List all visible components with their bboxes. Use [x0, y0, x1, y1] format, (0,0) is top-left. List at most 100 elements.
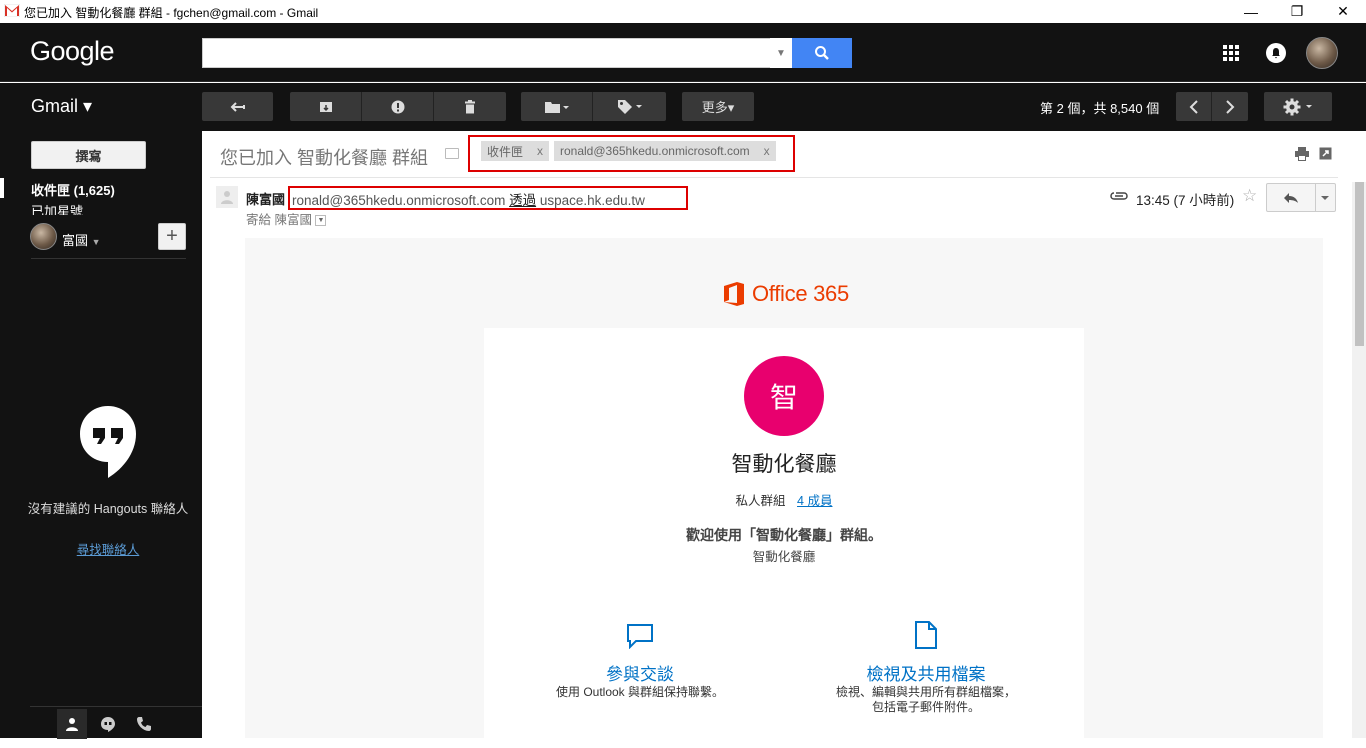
- gear-icon: [1283, 98, 1312, 115]
- feature-title[interactable]: 參與交談: [510, 660, 770, 685]
- feature-title[interactable]: 檢視及共用檔案: [796, 660, 1056, 685]
- print-icon[interactable]: [1295, 147, 1309, 161]
- remove-label-button[interactable]: x: [764, 144, 770, 158]
- chevron-left-icon: [1189, 99, 1198, 114]
- sidebar-item-label: 收件匣 (1,625): [31, 183, 115, 198]
- apps-grid-icon[interactable]: [1222, 44, 1240, 62]
- left-sidebar: 撰寫 收件匣 (1,625) 已加星號 富國 ▼ + 沒有建議的 Hangout…: [0, 131, 202, 739]
- chat-bubble-icon: [627, 624, 653, 650]
- sender-address-line: ronald@365hkedu.onmicrosoft.com 透過 uspac…: [292, 189, 645, 209]
- via-domain: uspace.hk.edu.tw: [539, 193, 645, 208]
- scrollbar[interactable]: [1352, 182, 1366, 738]
- window-titlebar: 您已加入 智動化餐廳 群組 - fgchen@gmail.com - Gmail…: [0, 0, 1366, 23]
- show-details-chevron-icon[interactable]: ▼: [315, 215, 327, 227]
- sender-avatar: [216, 186, 238, 208]
- chevron-down-icon: ▼: [91, 237, 101, 247]
- search-button[interactable]: [792, 38, 852, 68]
- back-arrow-icon: [230, 101, 245, 112]
- phone-tab[interactable]: [129, 709, 159, 739]
- sender-email: ronald@365hkedu.onmicrosoft.com: [292, 193, 506, 208]
- sender-name: 陳富國: [246, 192, 286, 207]
- label-tag-icon: [617, 99, 642, 114]
- reply-arrow-icon: [1283, 192, 1298, 203]
- chats-tab[interactable]: [93, 709, 123, 739]
- notifications-bell-icon[interactable]: [1266, 43, 1286, 63]
- newer-button[interactable]: [1176, 92, 1212, 121]
- paperclip-icon: [1110, 192, 1128, 200]
- minimize-button[interactable]: —: [1228, 0, 1274, 23]
- chevron-down-icon: [1321, 195, 1330, 200]
- account-avatar[interactable]: [1306, 37, 1338, 69]
- older-button[interactable]: [1212, 92, 1248, 121]
- restore-button[interactable]: ❐: [1274, 0, 1320, 23]
- gmail-favicon-icon: [4, 4, 20, 17]
- settings-button[interactable]: [1264, 92, 1332, 121]
- welcome-subtitle: 智動化餐廳: [752, 550, 816, 564]
- hangouts-avatar: [30, 223, 57, 250]
- search-options-chevron-icon[interactable]: ▼: [770, 38, 792, 68]
- members-link[interactable]: 4 成員: [797, 494, 832, 508]
- reply-button-group: [1266, 183, 1336, 212]
- search-input[interactable]: [202, 38, 792, 68]
- remove-label-button[interactable]: x: [537, 144, 543, 158]
- feature-conversations[interactable]: 參與交談 使用 Outlook 與群組保持聯繫。: [510, 623, 770, 700]
- move-to-button[interactable]: [521, 92, 593, 121]
- label-chip-text: 收件匣: [487, 144, 524, 159]
- report-spam-button[interactable]: [362, 92, 434, 121]
- hangouts-logo-icon: [80, 406, 136, 478]
- reply-button[interactable]: [1267, 184, 1316, 211]
- trash-icon: [465, 99, 475, 113]
- spam-icon: [391, 100, 404, 113]
- group-type: 私人群組: [735, 494, 786, 508]
- hangouts-quote-icon: [101, 717, 115, 732]
- contacts-tab[interactable]: [57, 709, 87, 739]
- group-meta: 私人群組 4 成員: [484, 490, 1084, 509]
- open-new-window-icon[interactable]: [1319, 147, 1332, 160]
- window-title: 您已加入 智動化餐廳 群組 - fgchen@gmail.com - Gmail: [24, 6, 319, 20]
- no-hangouts-text: 沒有建議的 Hangouts 聯絡人: [27, 502, 189, 516]
- group-name: 智動化餐廳: [731, 453, 837, 476]
- labels-button[interactable]: [593, 92, 666, 121]
- organize-group: [521, 92, 666, 121]
- scrollbar-thumb[interactable]: [1355, 182, 1364, 346]
- via-link[interactable]: 透過: [509, 193, 536, 208]
- search-icon: [815, 46, 829, 60]
- pager-text: 第 2 個，共 8,540 個: [1040, 101, 1160, 116]
- divider: [210, 177, 1338, 178]
- email-body: Office 365 智 智動化餐廳 私人群組 4 成員 歡迎使用「智動化餐廳」…: [245, 238, 1323, 748]
- delete-button[interactable]: [434, 92, 506, 121]
- close-button[interactable]: ✕: [1320, 0, 1366, 23]
- find-contacts-link[interactable]: 尋找聯絡人: [0, 539, 216, 558]
- office365-brand: Office 365: [722, 279, 849, 309]
- google-logo[interactable]: Google: [30, 36, 115, 67]
- more-button[interactable]: 更多▾: [682, 92, 754, 121]
- feature-files[interactable]: 檢視及共用檔案 檢視、編輯與共用所有群組檔案， 包括電子郵件附件。: [796, 621, 1056, 715]
- phone-icon: [137, 717, 151, 731]
- chevron-right-icon: [1226, 99, 1235, 114]
- recipient-text: 寄給 陳富國: [246, 213, 312, 227]
- welcome-heading: 歡迎使用「智動化餐廳」群組。: [686, 527, 882, 543]
- new-chat-button[interactable]: +: [158, 223, 186, 250]
- label-chip-inbox[interactable]: 收件匣 x: [481, 141, 550, 161]
- feature-desc-line2: 包括電子郵件附件。: [871, 700, 980, 714]
- label-chip-ronald[interactable]: ronald@365hkedu.onmicrosoft.com x: [554, 141, 776, 161]
- selected-indicator: [0, 178, 4, 198]
- message-pane: 您已加入 智動化餐廳 群組 收件匣 x ronald@365hkedu.onmi…: [202, 131, 1366, 748]
- feature-desc: 使用 Outlook 與群組保持聯繫。: [555, 685, 725, 699]
- compose-button[interactable]: 撰寫: [31, 141, 146, 169]
- office365-wordmark: Office 365: [752, 281, 849, 306]
- message-time: 13:45 (7 小時前): [1136, 193, 1235, 208]
- archive-button[interactable]: [290, 92, 362, 121]
- star-icon[interactable]: ☆: [1242, 186, 1257, 206]
- sidebar-item-inbox[interactable]: 收件匣 (1,625): [0, 178, 202, 198]
- importance-marker-icon[interactable]: [445, 148, 459, 159]
- gmail-menu[interactable]: Gmail ▾: [31, 96, 92, 117]
- folder-icon: [544, 101, 569, 113]
- sidebar-item-starred[interactable]: 已加星號: [31, 201, 83, 215]
- recipient-line[interactable]: 寄給 陳富國 ▼: [246, 209, 327, 228]
- reply-more-button[interactable]: [1316, 184, 1335, 211]
- top-header: Google ▼: [0, 23, 1366, 82]
- person-icon: [221, 191, 233, 204]
- back-button[interactable]: [202, 92, 273, 121]
- group-card: 智 智動化餐廳 私人群組 4 成員 歡迎使用「智動化餐廳」群組。 智動化餐廳 參…: [484, 328, 1084, 748]
